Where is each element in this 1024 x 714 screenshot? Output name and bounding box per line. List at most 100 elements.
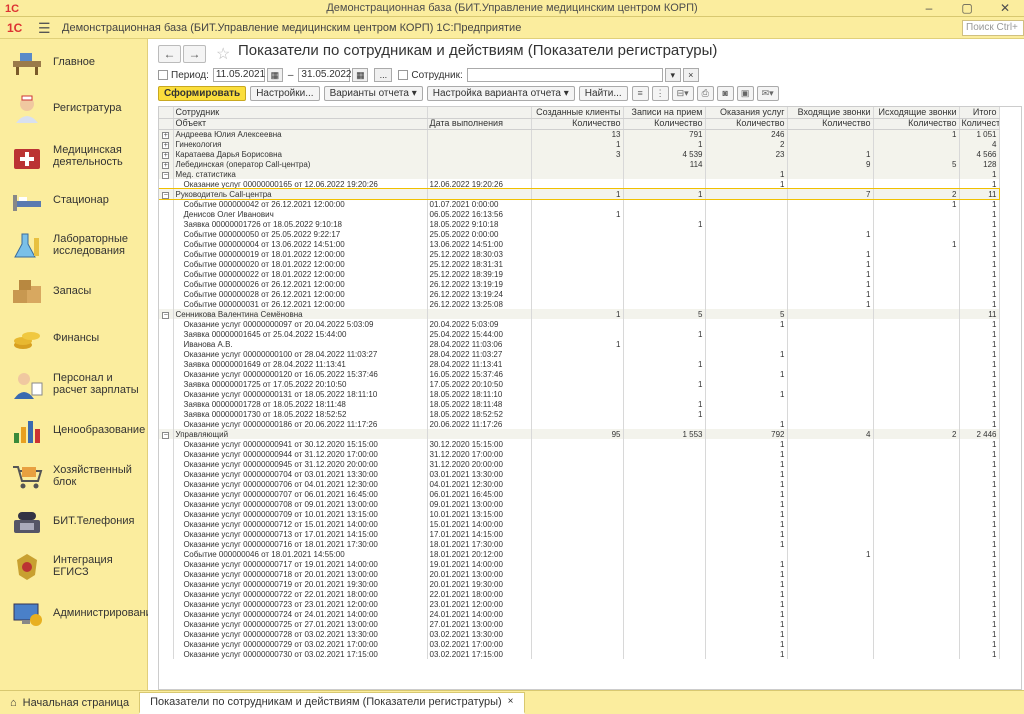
- employee-clear-icon[interactable]: ×: [682, 68, 699, 82]
- save-icon[interactable]: ▣: [736, 85, 754, 101]
- group-toggle-icon[interactable]: −: [159, 429, 174, 439]
- menu-icon[interactable]: ☰: [38, 17, 51, 39]
- table-group-row[interactable]: + Андреева Юлия Алексеевна 13 791 246 1 1 051: [159, 129, 1000, 139]
- send-email-icon[interactable]: ✉▾: [756, 85, 779, 101]
- table-group-row[interactable]: + Каратаева Дарья Борисовна 3 4 539 23 1 4 566: [159, 149, 1000, 159]
- date-to-input[interactable]: 31.05.2022: [298, 68, 351, 82]
- table-row[interactable]: Оказание услуг 00000000723 от 23.01.2021…: [159, 599, 1000, 609]
- sidebar-item-11[interactable]: БИТ.Телефония: [0, 501, 148, 541]
- sidebar-item-2[interactable]: Регистратура: [0, 88, 148, 128]
- back-button[interactable]: ←: [158, 45, 181, 63]
- table-row[interactable]: Оказание услуг 00000000706 от 04.01.2021…: [159, 479, 1000, 489]
- tab-report[interactable]: Показатели по сотрудникам и действиям (П…: [139, 691, 525, 714]
- sidebar-item-12[interactable]: Интеграция ЕГИСЗ: [0, 546, 148, 586]
- table-row[interactable]: Оказание услуг 00000000718 от 20.01.2021…: [159, 569, 1000, 579]
- group-toggle-icon[interactable]: −: [159, 189, 174, 199]
- collapse-groups-icon[interactable]: ⋮: [651, 85, 669, 101]
- expand-groups-icon[interactable]: ≡: [631, 85, 649, 101]
- find-button[interactable]: Найти...: [578, 85, 628, 101]
- table-row[interactable]: Оказание услуг 00000000941 от 30.12.2020…: [159, 439, 1000, 449]
- table-row[interactable]: Событие 000000050 от 25.05.2022 9:22:17 2…: [159, 229, 1000, 239]
- table-row[interactable]: Оказание услуг 00000000186 от 20.06.2022…: [159, 419, 1000, 429]
- table-group-row[interactable]: + Лебединская (оператор Call-центра) 114 9 5…: [159, 159, 1000, 169]
- table-row[interactable]: Событие 000000046 от 18.01.2021 14:55:00…: [159, 549, 1000, 559]
- group-toggle-icon[interactable]: −: [159, 169, 174, 179]
- table-row[interactable]: Оказание услуг 00000000165 от 12.06.2022…: [159, 179, 1000, 189]
- sidebar-item-1[interactable]: Главное: [0, 42, 148, 82]
- group-toggle-icon[interactable]: +: [159, 129, 174, 139]
- date-from-input[interactable]: 11.05.2021: [212, 68, 265, 82]
- table-row[interactable]: Оказание услуг 00000000704 от 03.01.2021…: [159, 469, 1000, 479]
- table-row[interactable]: Событие 000000026 от 26.12.2021 12:00:00…: [159, 279, 1000, 289]
- table-row[interactable]: Событие 000000004 от 13.06.2022 14:51:00…: [159, 239, 1000, 249]
- table-row[interactable]: Заявка 00000001645 от 25.04.2022 15:44:0…: [159, 329, 1000, 339]
- table-row[interactable]: Оказание услуг 00000000120 от 16.05.2022…: [159, 369, 1000, 379]
- table-row[interactable]: Оказание услуг 00000000724 от 24.01.2021…: [159, 609, 1000, 619]
- tab-home[interactable]: ⌂ Начальная страница: [0, 692, 139, 714]
- sidebar-item-10[interactable]: Хозяйственный блок: [0, 456, 148, 496]
- print-icon[interactable]: ⎙: [696, 85, 714, 101]
- app-logo-icon[interactable]: 1С: [7, 17, 22, 39]
- group-toggle-icon[interactable]: +: [159, 139, 174, 149]
- table-row[interactable]: Заявка 00000001725 от 17.05.2022 20:10:5…: [159, 379, 1000, 389]
- group-toggle-icon[interactable]: +: [159, 159, 174, 169]
- employee-checkbox[interactable]: [398, 70, 409, 80]
- calendar-to-icon[interactable]: ▦: [352, 68, 369, 82]
- table-row[interactable]: Оказание услуг 00000000717 от 19.01.2021…: [159, 559, 1000, 569]
- table-row[interactable]: Денисов Олег Иванович 06.05.2022 16:13:56…: [159, 209, 1000, 219]
- close-window-button[interactable]: ✕: [986, 0, 1024, 17]
- employee-dropdown-icon[interactable]: ▾: [664, 68, 681, 82]
- table-row[interactable]: Событие 000000019 от 18.01.2022 12:00:00…: [159, 249, 1000, 259]
- settings-button[interactable]: Настройки...: [250, 85, 320, 101]
- table-row[interactable]: Событие 000000031 от 26.12.2021 12:00:00…: [159, 299, 1000, 309]
- minimize-button[interactable]: –: [910, 0, 948, 17]
- table-row[interactable]: Заявка 00000001728 от 18.05.2022 18:11:4…: [159, 399, 1000, 409]
- report-table-area[interactable]: Сотрудник Созданные клиенты Записи на прие…: [158, 106, 1022, 690]
- sidebar-item-9[interactable]: Ценообразование: [0, 410, 148, 450]
- table-row[interactable]: Оказание услуг 00000000722 от 22.01.2021…: [159, 589, 1000, 599]
- table-row[interactable]: Оказание услуг 00000000707 от 06.01.2021…: [159, 489, 1000, 499]
- table-row[interactable]: Событие 000000042 от 26.12.2021 12:00:00…: [159, 199, 1000, 209]
- table-row[interactable]: Заявка 00000001726 от 18.05.2022 9:10:18…: [159, 219, 1000, 229]
- table-row[interactable]: Событие 000000028 от 26.12.2021 12:00:00…: [159, 289, 1000, 299]
- table-row[interactable]: Событие 000000022 от 18.01.2022 12:00:00…: [159, 269, 1000, 279]
- table-row[interactable]: Оказание услуг 00000000730 от 03.02.2021…: [159, 649, 1000, 659]
- table-row[interactable]: Оказание услуг 00000000944 от 31.12.2020…: [159, 449, 1000, 459]
- sidebar-item-6[interactable]: Запасы: [0, 271, 148, 311]
- sidebar-item-5[interactable]: Лабораторные исследования: [0, 225, 148, 265]
- table-row[interactable]: Оказание услуг 00000000709 от 10.01.2021…: [159, 509, 1000, 519]
- variant-settings-button[interactable]: Настройка варианта отчета ▾: [426, 85, 575, 101]
- table-row[interactable]: Заявка 00000001649 от 28.04.2022 11:13:4…: [159, 359, 1000, 369]
- table-row[interactable]: Оказание услуг 00000000713 от 17.01.2021…: [159, 529, 1000, 539]
- table-group-row[interactable]: − Мед. статистика 1 1: [159, 169, 1000, 179]
- forward-button[interactable]: →: [183, 45, 206, 63]
- table-row[interactable]: Заявка 00000001730 от 18.05.2022 18:52:5…: [159, 409, 1000, 419]
- generate-button[interactable]: Сформировать: [158, 85, 247, 101]
- sidebar-item-8[interactable]: Персонал и расчет зарплаты: [0, 364, 148, 404]
- table-header-row[interactable]: Сотрудник Созданные клиенты Записи на прие…: [159, 107, 1000, 119]
- table-row[interactable]: Оказание услуг 00000000945 от 31.12.2020…: [159, 459, 1000, 469]
- table-row[interactable]: Оказание услуг 00000000712 от 15.01.2021…: [159, 519, 1000, 529]
- table-subheader-row[interactable]: Объект Дата выполнения Количество Количеств…: [159, 118, 1000, 130]
- table-row[interactable]: Оказание услуг 00000000728 от 03.02.2021…: [159, 629, 1000, 639]
- table-row[interactable]: Оказание услуг 00000000708 от 09.01.2021…: [159, 499, 1000, 509]
- period-select-button[interactable]: ...: [374, 68, 393, 82]
- sidebar-item-4[interactable]: Стационар: [0, 180, 148, 220]
- table-row[interactable]: Событие 000000020 от 18.01.2022 12:00:00…: [159, 259, 1000, 269]
- sidebar-item-3[interactable]: Медицинская деятельность: [0, 136, 148, 176]
- table-row[interactable]: Оказание услуг 00000000729 от 03.02.2021…: [159, 639, 1000, 649]
- employee-input[interactable]: [466, 68, 663, 82]
- global-search-input[interactable]: Поиск Ctrl+: [962, 20, 1024, 36]
- table-row[interactable]: Оказание услуг 00000000716 от 18.01.2021…: [159, 539, 1000, 549]
- maximize-button[interactable]: ▢: [948, 0, 986, 17]
- table-group-row[interactable]: + Гинекология 1 1 2 4: [159, 139, 1000, 149]
- favorite-star-icon[interactable]: ☆: [216, 44, 230, 64]
- sidebar-item-7[interactable]: Финансы: [0, 318, 148, 358]
- table-row[interactable]: Оказание услуг 00000000725 от 27.01.2021…: [159, 619, 1000, 629]
- group-toggle-icon[interactable]: −: [159, 309, 174, 319]
- table-group-row[interactable]: − Управляющий 95 1 553 792 4 2 2 446: [159, 429, 1000, 439]
- table-row[interactable]: Оказание услуг 00000000131 от 18.05.2022…: [159, 389, 1000, 399]
- table-row[interactable]: Оказание услуг 00000000719 от 20.01.2021…: [159, 579, 1000, 589]
- group-toggle-icon[interactable]: +: [159, 149, 174, 159]
- table-row[interactable]: Оказание услуг 00000000100 от 28.04.2022…: [159, 349, 1000, 359]
